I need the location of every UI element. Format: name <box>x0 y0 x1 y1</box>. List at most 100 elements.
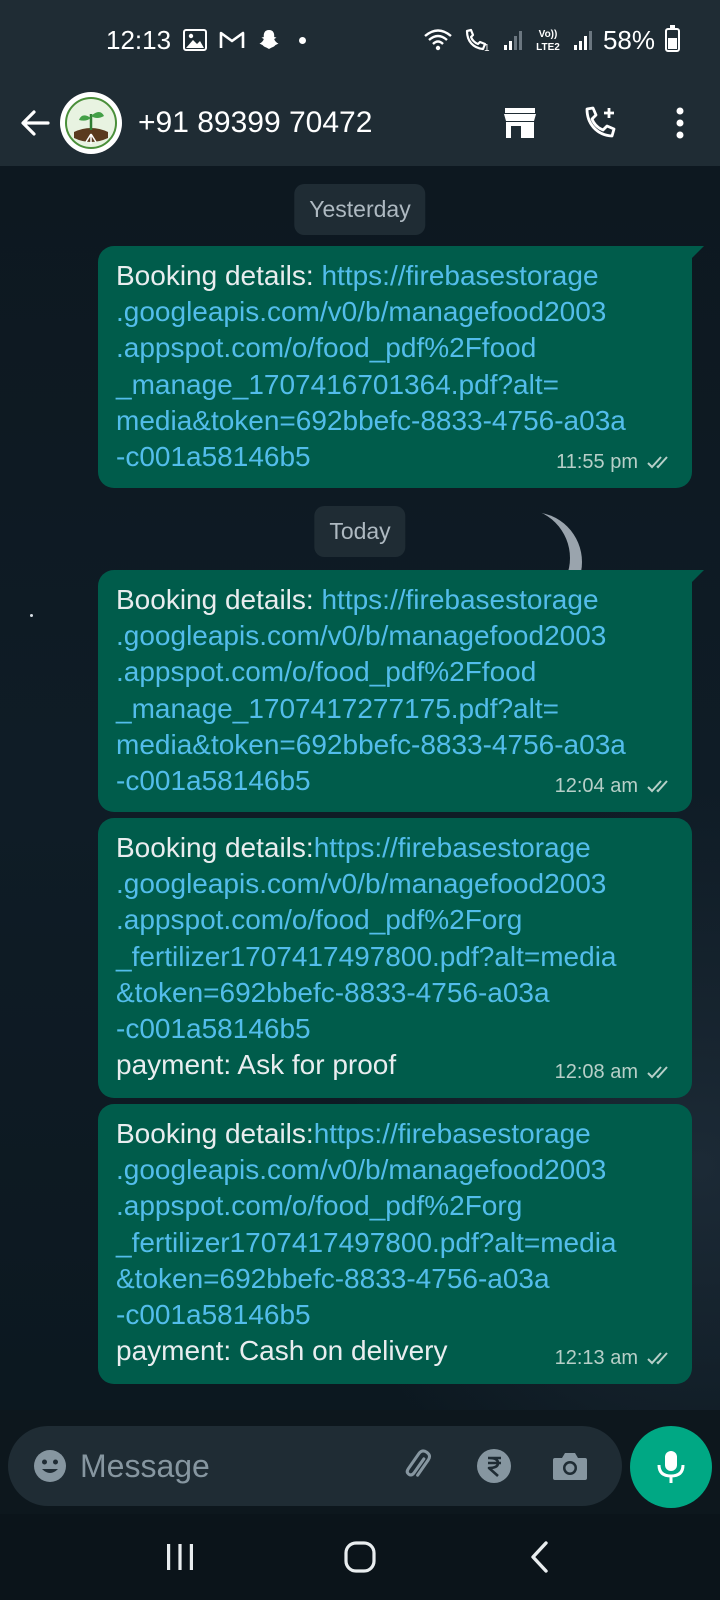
message-link[interactable]: -c001a58146b5 <box>116 1297 674 1333</box>
add-call-icon <box>585 106 616 138</box>
svg-text:1: 1 <box>484 43 490 53</box>
back-nav-button[interactable] <box>500 1522 580 1592</box>
battery-percent: 58% <box>602 24 655 55</box>
message-text: Booking details: <box>116 584 322 615</box>
message-link[interactable]: https://firebasestorage <box>321 260 598 291</box>
contact-name[interactable]: +91 89399 70472 <box>138 106 372 140</box>
header-actions <box>480 88 720 158</box>
message-link[interactable]: .appspot.com/o/food_pdf%2Forg <box>116 902 674 938</box>
system-nav-bar <box>0 1514 720 1600</box>
read-ticks-icon <box>647 1066 668 1079</box>
svg-text:LTE2: LTE2 <box>536 42 560 53</box>
message-line: Booking details: https://firebasestorage <box>116 258 674 294</box>
date-chip-today: Today <box>314 506 406 557</box>
status-left: 12:13 <box>106 24 307 56</box>
payment-button[interactable] <box>456 1434 532 1498</box>
gmail-icon <box>219 27 245 53</box>
home-button[interactable] <box>320 1522 400 1592</box>
message-link[interactable]: .googleapis.com/v0/b/managefood2003 <box>116 1152 674 1188</box>
back-button[interactable] <box>10 93 60 153</box>
message-link[interactable]: .googleapis.com/v0/b/managefood2003 <box>116 618 674 654</box>
more-vert-icon <box>676 107 684 139</box>
date-chip-yesterday: Yesterday <box>294 184 426 235</box>
emoji-icon <box>34 1450 66 1482</box>
signal-icon <box>503 27 523 53</box>
message-line: Booking details:https://firebasestorage <box>116 1116 674 1152</box>
message-link[interactable]: .appspot.com/o/food_pdf%2Ffood <box>116 654 674 690</box>
message-link[interactable]: media&token=692bbefc-8833-4756-a03a <box>116 727 674 763</box>
message-box-actions <box>380 1434 608 1498</box>
mic-icon <box>657 1451 685 1483</box>
message-time: 11:55 pm <box>556 450 638 473</box>
wallpaper-star <box>30 614 33 617</box>
voice-message-button[interactable] <box>630 1426 712 1508</box>
chat-area[interactable]: Yesterday Booking details: https://fireb… <box>0 166 720 1410</box>
status-right: 1 Vo)) LTE2 58% <box>423 25 680 56</box>
read-ticks-icon <box>647 456 668 469</box>
message-bubble[interactable]: Booking details:https://firebasestorage … <box>98 818 692 1098</box>
more-options-button[interactable] <box>640 88 720 158</box>
message-link[interactable]: media&token=692bbefc-8833-4756-a03a <box>116 403 674 439</box>
recents-button[interactable] <box>140 1522 220 1592</box>
add-call-button[interactable] <box>560 88 640 158</box>
recents-icon <box>167 1544 193 1570</box>
message-meta: 11:55 pm <box>556 444 674 480</box>
chat-header: +91 89399 70472 <box>0 80 720 166</box>
status-time: 12:13 <box>106 24 172 55</box>
rupee-icon <box>477 1449 511 1483</box>
emoji-button[interactable] <box>26 1434 74 1498</box>
message-link[interactable]: _manage_1707417277175.pdf?alt= <box>116 691 674 727</box>
back-arrow-icon <box>21 110 50 136</box>
message-text: Booking details: <box>116 260 322 291</box>
notification-dot-icon <box>299 36 307 44</box>
status-bar: 12:13 1 Vo)) LTE2 58% <box>0 0 720 80</box>
back-icon <box>531 1541 548 1573</box>
message-link[interactable]: _fertilizer1707417497800.pdf?alt=media <box>116 1225 674 1261</box>
gallery-icon <box>183 27 208 53</box>
message-link[interactable]: _manage_1707416701364.pdf?alt= <box>116 367 674 403</box>
camera-icon <box>553 1453 587 1480</box>
home-icon <box>344 1541 376 1573</box>
message-link[interactable]: .appspot.com/o/food_pdf%2Forg <box>116 1188 674 1224</box>
avatar[interactable] <box>60 92 122 154</box>
svg-text:Vo)): Vo)) <box>539 29 558 40</box>
wifi-call-icon: 1 <box>463 27 493 53</box>
attach-icon <box>405 1449 431 1477</box>
message-link[interactable]: -c001a58146b5 <box>116 1011 674 1047</box>
message-time: 12:13 am <box>554 1346 638 1369</box>
message-link[interactable]: https://firebasestorage <box>321 584 598 615</box>
message-bubble[interactable]: Booking details: https://firebasestorage… <box>98 570 704 812</box>
read-ticks-icon <box>647 780 668 793</box>
message-link[interactable]: .googleapis.com/v0/b/managefood2003 <box>116 866 674 902</box>
message-link[interactable]: &token=692bbefc-8833-4756-a03a <box>116 1261 674 1297</box>
message-link[interactable]: https://firebasestorage <box>314 1118 591 1149</box>
signal-icon-2 <box>573 27 593 53</box>
attach-button[interactable] <box>380 1434 456 1498</box>
read-ticks-icon <box>647 1352 668 1365</box>
message-line: Booking details:https://firebasestorage <box>116 830 674 866</box>
message-link[interactable]: &token=692bbefc-8833-4756-a03a <box>116 975 674 1011</box>
message-meta: 12:04 am <box>555 768 674 804</box>
message-time: 12:08 am <box>554 1060 638 1083</box>
message-link[interactable]: .appspot.com/o/food_pdf%2Ffood <box>116 330 674 366</box>
wifi-icon <box>423 27 453 53</box>
message-link[interactable]: _fertilizer1707417497800.pdf?alt=media <box>116 939 674 975</box>
message-link[interactable]: https://firebasestorage <box>314 832 591 863</box>
snapchat-icon <box>257 27 281 53</box>
business-catalog-button[interactable] <box>480 88 560 158</box>
message-bubble[interactable]: Booking details: https://firebasestorage… <box>98 246 704 488</box>
message-box <box>8 1426 622 1506</box>
message-meta: 12:13 am <box>555 1340 674 1376</box>
composer <box>0 1410 720 1514</box>
message-link[interactable]: .googleapis.com/v0/b/managefood2003 <box>116 294 674 330</box>
battery-icon <box>665 25 680 52</box>
message-text: Booking details: <box>116 832 314 863</box>
message-bubble[interactable]: Booking details:https://firebasestorage … <box>98 1104 692 1384</box>
message-text: Booking details: <box>116 1118 314 1149</box>
camera-button[interactable] <box>532 1434 608 1498</box>
shop-icon <box>504 108 536 138</box>
logo-icon <box>65 97 117 149</box>
message-line: Booking details: https://firebasestorage <box>116 582 674 618</box>
message-time: 12:04 am <box>554 774 638 797</box>
message-input[interactable] <box>80 1447 380 1485</box>
